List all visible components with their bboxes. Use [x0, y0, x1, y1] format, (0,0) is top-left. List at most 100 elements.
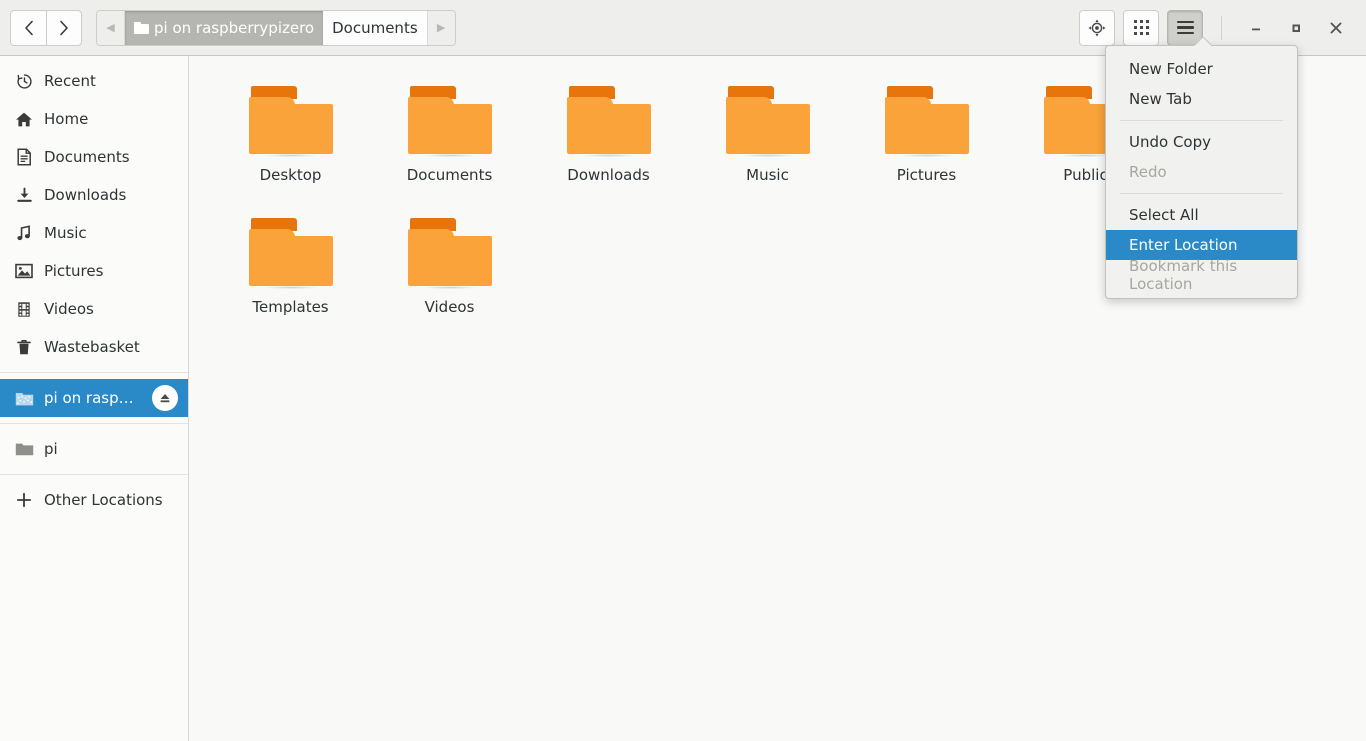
file-item-templates[interactable]: Templates: [211, 210, 370, 342]
file-manager-window: ◀ pi on raspberrypizero Documents ▶ Rece…: [0, 0, 1366, 741]
forward-button[interactable]: [46, 9, 82, 46]
file-item-label: Desktop: [259, 166, 322, 184]
maximize-button[interactable]: [1276, 10, 1316, 46]
header-divider: [1221, 15, 1222, 40]
film-icon: [14, 299, 34, 319]
sidebar-item-label: Home: [44, 110, 89, 128]
sidebar-item-downloads[interactable]: Downloads: [0, 176, 188, 214]
sidebar-item-label: Other Locations: [44, 491, 163, 509]
sidebar-item-documents[interactable]: Documents: [0, 138, 188, 176]
breadcrumb-item-label: Documents: [332, 18, 418, 37]
close-icon: [1330, 22, 1342, 33]
sidebar-item-label: Downloads: [44, 186, 127, 204]
file-item-downloads[interactable]: Downloads: [529, 78, 688, 210]
menu-item-new-tab[interactable]: New Tab: [1106, 84, 1297, 114]
menu-item-label: New Folder: [1129, 60, 1213, 78]
menu-item-bookmark-this-location: Bookmark this Location: [1106, 257, 1297, 293]
folder-icon: [884, 86, 969, 157]
triangle-left-icon: ◀: [106, 21, 115, 34]
breadcrumb: ◀ pi on raspberrypizero Documents ▶: [96, 9, 456, 46]
trash-icon: [14, 337, 34, 357]
sidebar-item-label: Music: [44, 224, 87, 242]
clock-icon: [14, 71, 34, 91]
triangle-right-icon: ▶: [436, 21, 446, 34]
breadcrumb-item-mount[interactable]: pi on raspberrypizero: [125, 10, 324, 45]
menu-item-select-all[interactable]: Select All: [1106, 200, 1297, 230]
sidebar-item-pi[interactable]: pi: [0, 430, 188, 468]
pathbar-scroll-right[interactable]: ▶: [426, 10, 455, 45]
menu-item-label: Redo: [1129, 163, 1167, 181]
download-icon: [14, 185, 34, 205]
minimize-button[interactable]: [1236, 10, 1276, 46]
back-button[interactable]: [10, 9, 46, 46]
sidebar-item-music[interactable]: Music: [0, 214, 188, 252]
file-item-label: Pictures: [896, 166, 957, 184]
grid-icon: [1133, 20, 1149, 35]
menu-divider: [1120, 193, 1283, 194]
hamburger-icon: [1176, 20, 1194, 35]
folder-icon: [725, 86, 810, 157]
sidebar-item-other-locations[interactable]: Other Locations: [0, 481, 188, 519]
file-item-label: Downloads: [567, 166, 650, 184]
menu-item-label: New Tab: [1129, 90, 1192, 108]
maximize-icon: [1292, 24, 1300, 32]
menu-item-label: Bookmark this Location: [1129, 257, 1238, 293]
close-button[interactable]: [1316, 10, 1356, 46]
folder-icon: [248, 86, 333, 157]
sidebar: Recent Home Documents Downloads Music Pi…: [0, 56, 189, 741]
menu-item-undo-copy[interactable]: Undo Copy: [1106, 127, 1297, 157]
chevron-left-icon: [24, 20, 33, 35]
home-icon: [14, 109, 34, 129]
breadcrumb-item-documents[interactable]: Documents: [323, 10, 427, 45]
sidebar-item-pictures[interactable]: Pictures: [0, 252, 188, 290]
file-item-label: Music: [746, 166, 789, 184]
sidebar-item-pi-on-raspberrypizero[interactable]: pi on raspberr…: [0, 379, 188, 417]
navigation-buttons: [10, 9, 82, 46]
menu-item-label: Undo Copy: [1129, 133, 1212, 151]
network-folder-icon: [14, 388, 34, 408]
sidebar-item-label: pi on raspberr…: [44, 389, 142, 407]
sidebar-item-home[interactable]: Home: [0, 100, 188, 138]
file-item-music[interactable]: Music: [688, 78, 847, 210]
sidebar-item-label: Documents: [44, 148, 130, 166]
file-item-label: Templates: [252, 298, 329, 316]
sidebar-item-wastebasket[interactable]: Wastebasket: [0, 328, 188, 366]
music-note-icon: [14, 223, 34, 243]
location-target-button[interactable]: [1079, 9, 1115, 46]
file-item-label: Videos: [424, 298, 475, 316]
header-left-group: ◀ pi on raspberrypizero Documents ▶: [10, 9, 456, 46]
sidebar-item-recent[interactable]: Recent: [0, 62, 188, 100]
file-item-documents[interactable]: Documents: [370, 78, 529, 210]
popover-pointer: [1194, 37, 1212, 46]
minimize-icon: [1252, 28, 1260, 30]
file-item-label: Documents: [406, 166, 493, 184]
sidebar-item-label: pi: [44, 440, 58, 458]
menu-item-label: Enter Location: [1129, 236, 1238, 254]
file-item-desktop[interactable]: Desktop: [211, 78, 370, 210]
target-icon: [1088, 19, 1106, 36]
view-grid-button[interactable]: [1123, 9, 1159, 46]
folder-grey-icon: [14, 439, 34, 459]
sidebar-item-videos[interactable]: Videos: [0, 290, 188, 328]
sidebar-item-label: Pictures: [44, 262, 104, 280]
menu-item-label: Select All: [1129, 206, 1199, 224]
plus-icon: [14, 490, 34, 510]
file-item-pictures[interactable]: Pictures: [847, 78, 1006, 210]
menu-item-new-folder[interactable]: New Folder: [1106, 54, 1297, 84]
menu-item-redo: Redo: [1106, 157, 1297, 187]
folder-icon: [407, 218, 492, 289]
pathbar-scroll-left[interactable]: ◀: [97, 10, 125, 45]
folder-icon: [248, 218, 333, 289]
folder-icon: [566, 86, 651, 157]
file-item-label: Public: [1063, 166, 1108, 184]
menu-divider: [1120, 120, 1283, 121]
sidebar-item-label: Recent: [44, 72, 96, 90]
breadcrumb-item-label: pi on raspberrypizero: [154, 18, 315, 37]
menu-item-enter-location[interactable]: Enter Location: [1106, 230, 1297, 260]
sidebar-item-label: Wastebasket: [44, 338, 140, 356]
sidebar-divider: [0, 474, 188, 475]
sidebar-divider: [0, 423, 188, 424]
file-item-videos[interactable]: Videos: [370, 210, 529, 342]
main-menu-popover: New Folder New Tab Undo Copy Redo Select…: [1105, 45, 1298, 299]
eject-button[interactable]: [152, 385, 178, 411]
